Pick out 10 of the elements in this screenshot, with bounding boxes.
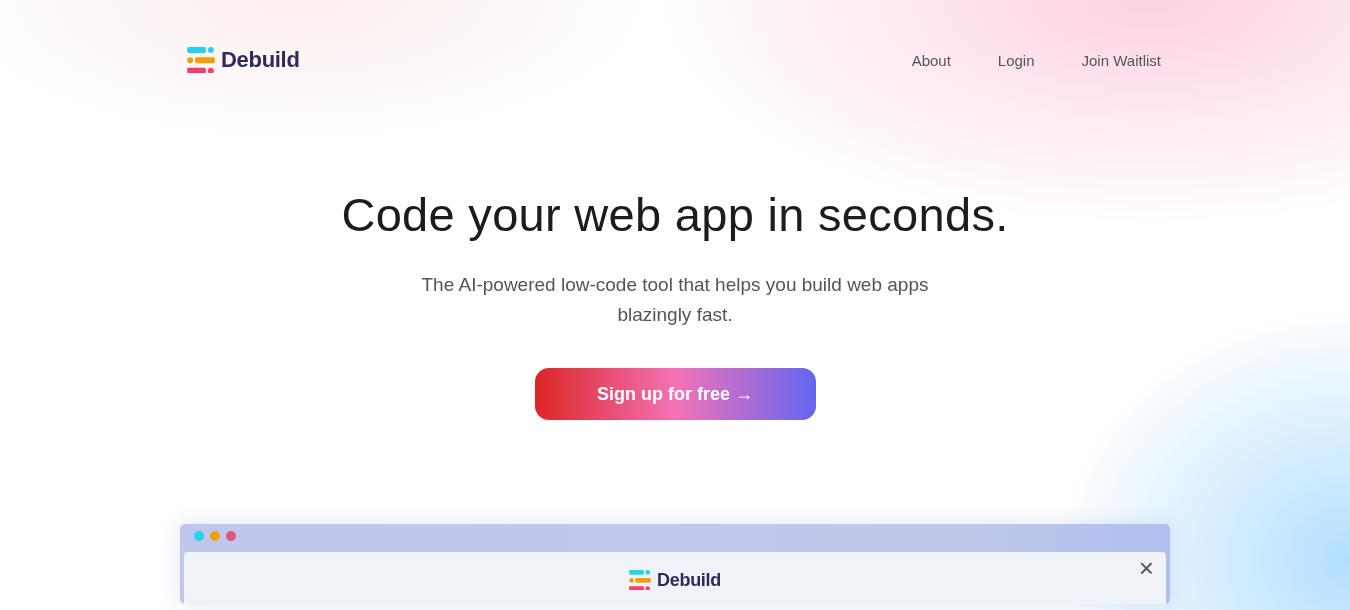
close-button[interactable]: × bbox=[1134, 554, 1158, 582]
nav-link[interactable]: About bbox=[911, 51, 951, 69]
logo-icon bbox=[187, 46, 215, 74]
nav-link[interactable]: Join Waitlist bbox=[1081, 51, 1161, 69]
brand-name: Debuild bbox=[657, 569, 721, 591]
nav-link[interactable]: Login bbox=[997, 51, 1035, 69]
brand-name: Debuild bbox=[221, 47, 300, 73]
logo-icon bbox=[629, 569, 652, 591]
hero-subtitle: The AI-powered low-code tool that helps you build web apps blazingly fast. bbox=[420, 273, 930, 327]
hero-title: Code your web app in seconds. bbox=[341, 187, 1009, 242]
